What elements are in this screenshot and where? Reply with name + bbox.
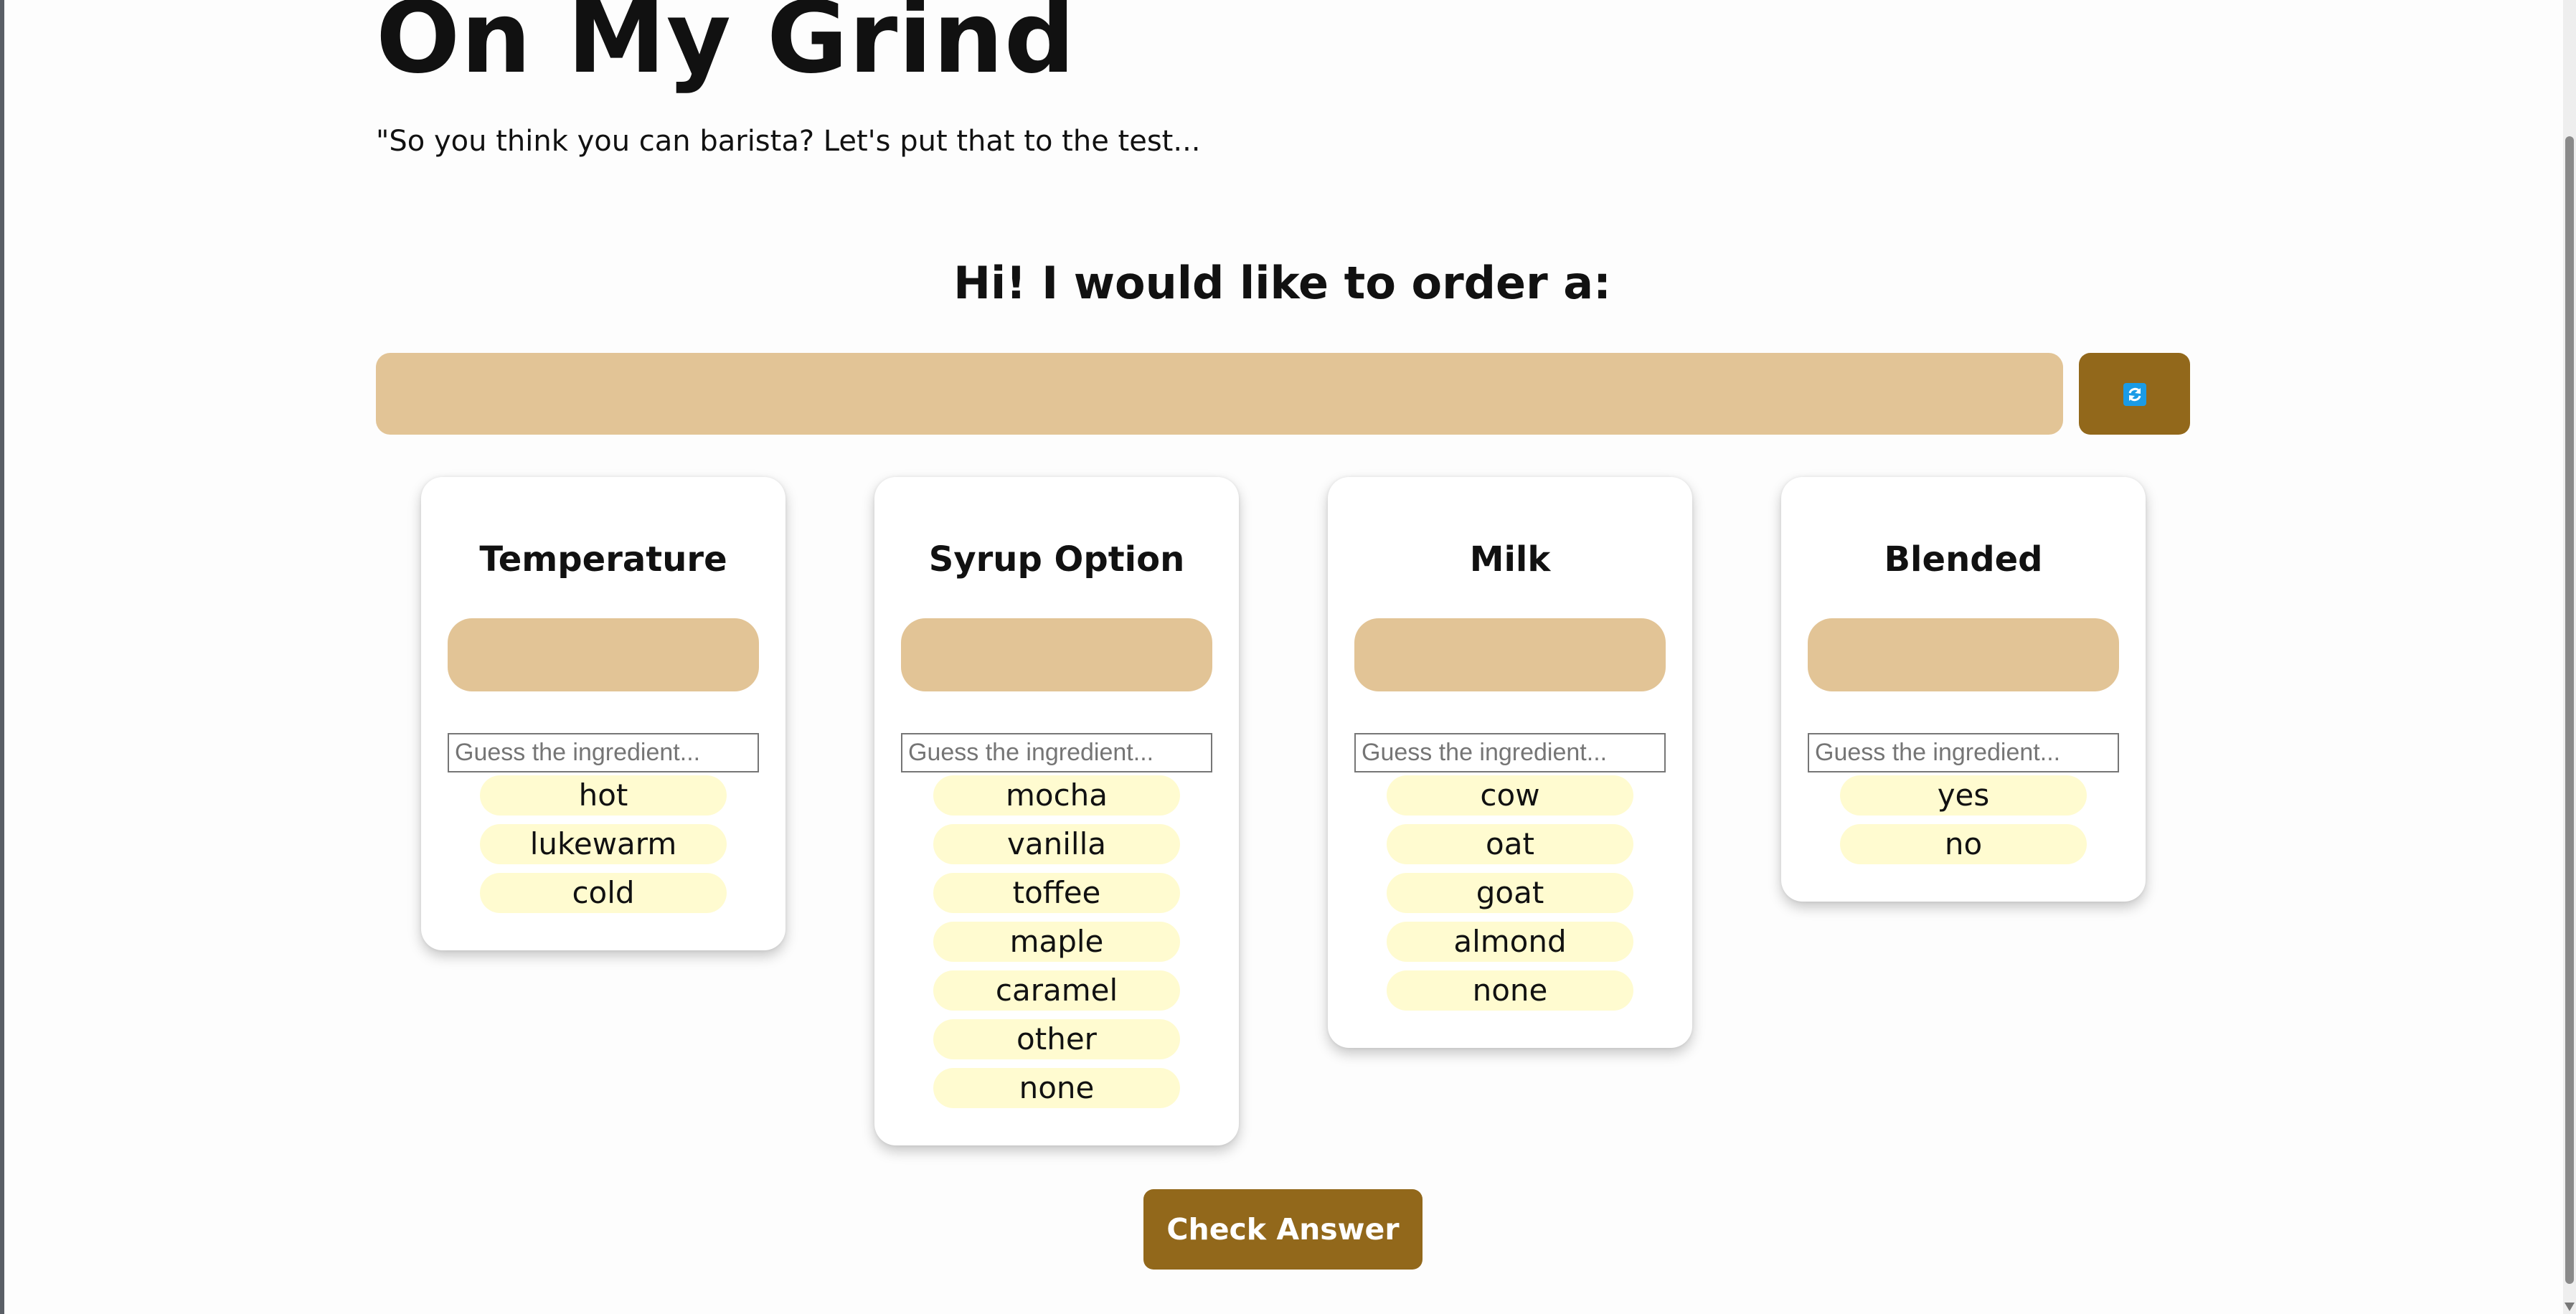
card-milk: Milk cow oat goat almond none (1328, 477, 1692, 1048)
card-title: Milk (1469, 539, 1551, 580)
option-chip[interactable]: hot (480, 775, 727, 816)
option-chip[interactable]: vanilla (933, 824, 1180, 864)
options-list: cow oat goat almond none (1354, 775, 1666, 1011)
option-chip[interactable]: cow (1387, 775, 1633, 816)
card-title: Temperature (479, 539, 727, 580)
option-chip[interactable]: mocha (933, 775, 1180, 816)
option-chip[interactable]: lukewarm (480, 824, 727, 864)
window-frame (0, 0, 4, 1314)
option-chip[interactable]: toffee (933, 873, 1180, 913)
app-title: On My Grind (376, 0, 1076, 95)
card-title: Blended (1884, 539, 2043, 580)
vertical-scrollbar[interactable] (2563, 0, 2576, 1314)
options-list: mocha vanilla toffee maple caramel other… (901, 775, 1212, 1108)
scrollbar-thumb[interactable] (2565, 136, 2574, 1284)
scroll-down-arrow-icon[interactable] (2565, 1303, 2575, 1311)
option-chip[interactable]: caramel (933, 970, 1180, 1011)
check-answer-button[interactable]: Check Answer (1143, 1189, 1423, 1270)
order-heading: Hi! I would like to order a: (953, 257, 1611, 309)
option-chip[interactable]: goat (1387, 873, 1633, 913)
guess-input[interactable] (448, 733, 759, 772)
refresh-icon (2123, 383, 2146, 406)
card-blended: Blended yes no (1781, 477, 2146, 902)
card-syrup-option: Syrup Option mocha vanilla toffee maple … (874, 477, 1239, 1145)
option-chip[interactable]: yes (1840, 775, 2087, 816)
new-order-button[interactable] (2079, 353, 2190, 435)
option-chip[interactable]: almond (1387, 922, 1633, 962)
guess-input[interactable] (901, 733, 1212, 772)
answer-slot[interactable] (901, 618, 1212, 691)
option-chip[interactable]: none (933, 1068, 1180, 1108)
option-chip[interactable]: oat (1387, 824, 1633, 864)
answer-slot[interactable] (448, 618, 759, 691)
guess-input[interactable] (1808, 733, 2119, 772)
order-display (376, 353, 2063, 435)
options-list: yes no (1808, 775, 2119, 864)
options-list: hot lukewarm cold (448, 775, 759, 913)
answer-slot[interactable] (1354, 618, 1666, 691)
card-temperature: Temperature hot lukewarm cold (421, 477, 785, 950)
option-chip[interactable]: none (1387, 970, 1633, 1011)
tagline: "So you think you can barista? Let's put… (376, 125, 1201, 158)
guess-input[interactable] (1354, 733, 1666, 772)
card-title: Syrup Option (928, 539, 1185, 580)
answer-slot[interactable] (1808, 618, 2119, 691)
option-chip[interactable]: no (1840, 824, 2087, 864)
option-chip[interactable]: cold (480, 873, 727, 913)
option-chip[interactable]: maple (933, 922, 1180, 962)
option-chip[interactable]: other (933, 1019, 1180, 1059)
